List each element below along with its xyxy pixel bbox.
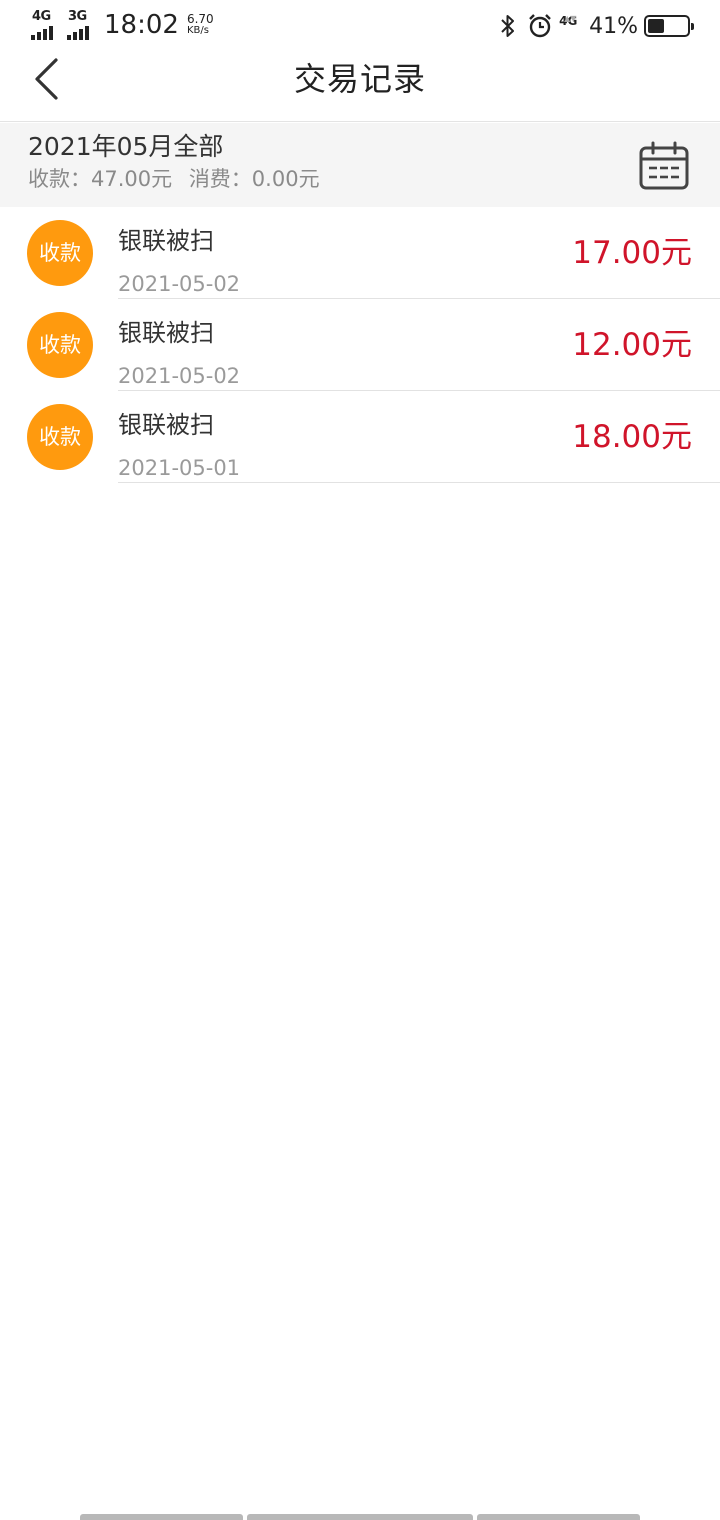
sim1-signal-icon: 4G (30, 10, 60, 40)
transaction-type-badge: 收款 (27, 404, 93, 470)
status-time: 18:02 (104, 10, 179, 40)
sim2-signal-icon: 3G (66, 10, 96, 40)
bluetooth-icon (495, 12, 521, 40)
battery-fill (648, 19, 664, 33)
status-left: 4G 3G 18:02 6.70 KB/s (30, 10, 214, 40)
calendar-button[interactable] (638, 141, 690, 191)
transaction-amount: 12.00元 (572, 327, 692, 363)
summary-expense: 消费：0.00元 (188, 167, 320, 191)
gesture-bar-left[interactable] (80, 1514, 243, 1520)
transaction-name: 银联被扫 (118, 227, 214, 255)
transaction-date: 2021-05-02 (118, 272, 241, 296)
transaction-row[interactable]: 收款 银联被扫 2021-05-02 17.00元 (0, 207, 720, 299)
status-bar: 4G 3G 18:02 6.70 KB/s 4G ▲▼ 41% (0, 0, 720, 56)
mobile-data-icon: 4G ▲▼ (559, 14, 578, 28)
transaction-name: 银联被扫 (118, 411, 214, 439)
transaction-type-badge: 收款 (27, 220, 93, 286)
transaction-date: 2021-05-01 (118, 456, 241, 480)
battery-icon (644, 15, 694, 37)
summary-period: 2021年05月全部 (28, 132, 224, 161)
network-speed-value: 6.70 (186, 12, 214, 26)
page-title: 交易记录 (293, 60, 426, 98)
calendar-icon (639, 141, 689, 190)
summary-stats: 收款：47.00元 消费：0.00元 (28, 165, 320, 193)
transaction-name: 银联被扫 (118, 319, 214, 347)
transaction-row[interactable]: 收款 银联被扫 2021-05-02 12.00元 (0, 299, 720, 391)
transaction-amount: 17.00元 (572, 235, 692, 271)
transaction-row[interactable]: 收款 银联被扫 2021-05-01 18.00元 (0, 391, 720, 483)
gesture-bar-center[interactable] (247, 1514, 473, 1520)
network-speed-unit: KB/s (186, 25, 209, 36)
transaction-type-badge: 收款 (27, 312, 93, 378)
alarm-icon (527, 12, 553, 40)
transaction-date: 2021-05-02 (118, 364, 241, 388)
month-summary: 2021年05月全部 收款：47.00元 消费：0.00元 (0, 123, 720, 207)
transaction-list: 收款 银联被扫 2021-05-02 17.00元 收款 银联被扫 2021-0… (0, 207, 720, 483)
transaction-amount: 18.00元 (572, 419, 692, 455)
gesture-bar-right[interactable] (477, 1514, 640, 1520)
status-right: 4G ▲▼ 41% (495, 12, 694, 40)
summary-income: 收款：47.00元 (28, 167, 173, 191)
nav-bar: 交易记录 (0, 56, 720, 122)
sim2-network-label: 3G (68, 9, 87, 24)
battery-percent: 41% (589, 13, 638, 39)
row-divider (118, 482, 720, 483)
sim1-network-label: 4G (32, 9, 51, 24)
network-speed: 6.70 KB/s (187, 13, 214, 37)
